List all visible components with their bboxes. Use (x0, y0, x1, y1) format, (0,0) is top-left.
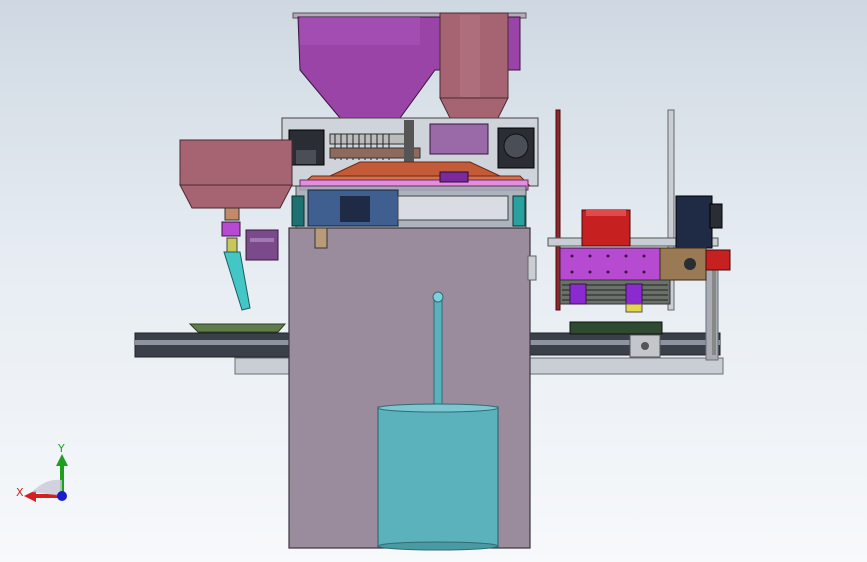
right-feeder-unit (547, 109, 731, 335)
y-axis-label: Y (58, 442, 65, 455)
upper-mechanism (281, 117, 539, 191)
x-axis-label: X (16, 486, 24, 499)
left-feeding-bowl (179, 139, 293, 311)
cad-viewport[interactable]: Y X (0, 0, 867, 562)
axis-triad-icon (24, 454, 68, 502)
machine-assembly-drawing[interactable] (0, 0, 867, 562)
rose-hopper (439, 12, 509, 119)
left-conveyor-frame (134, 323, 291, 375)
